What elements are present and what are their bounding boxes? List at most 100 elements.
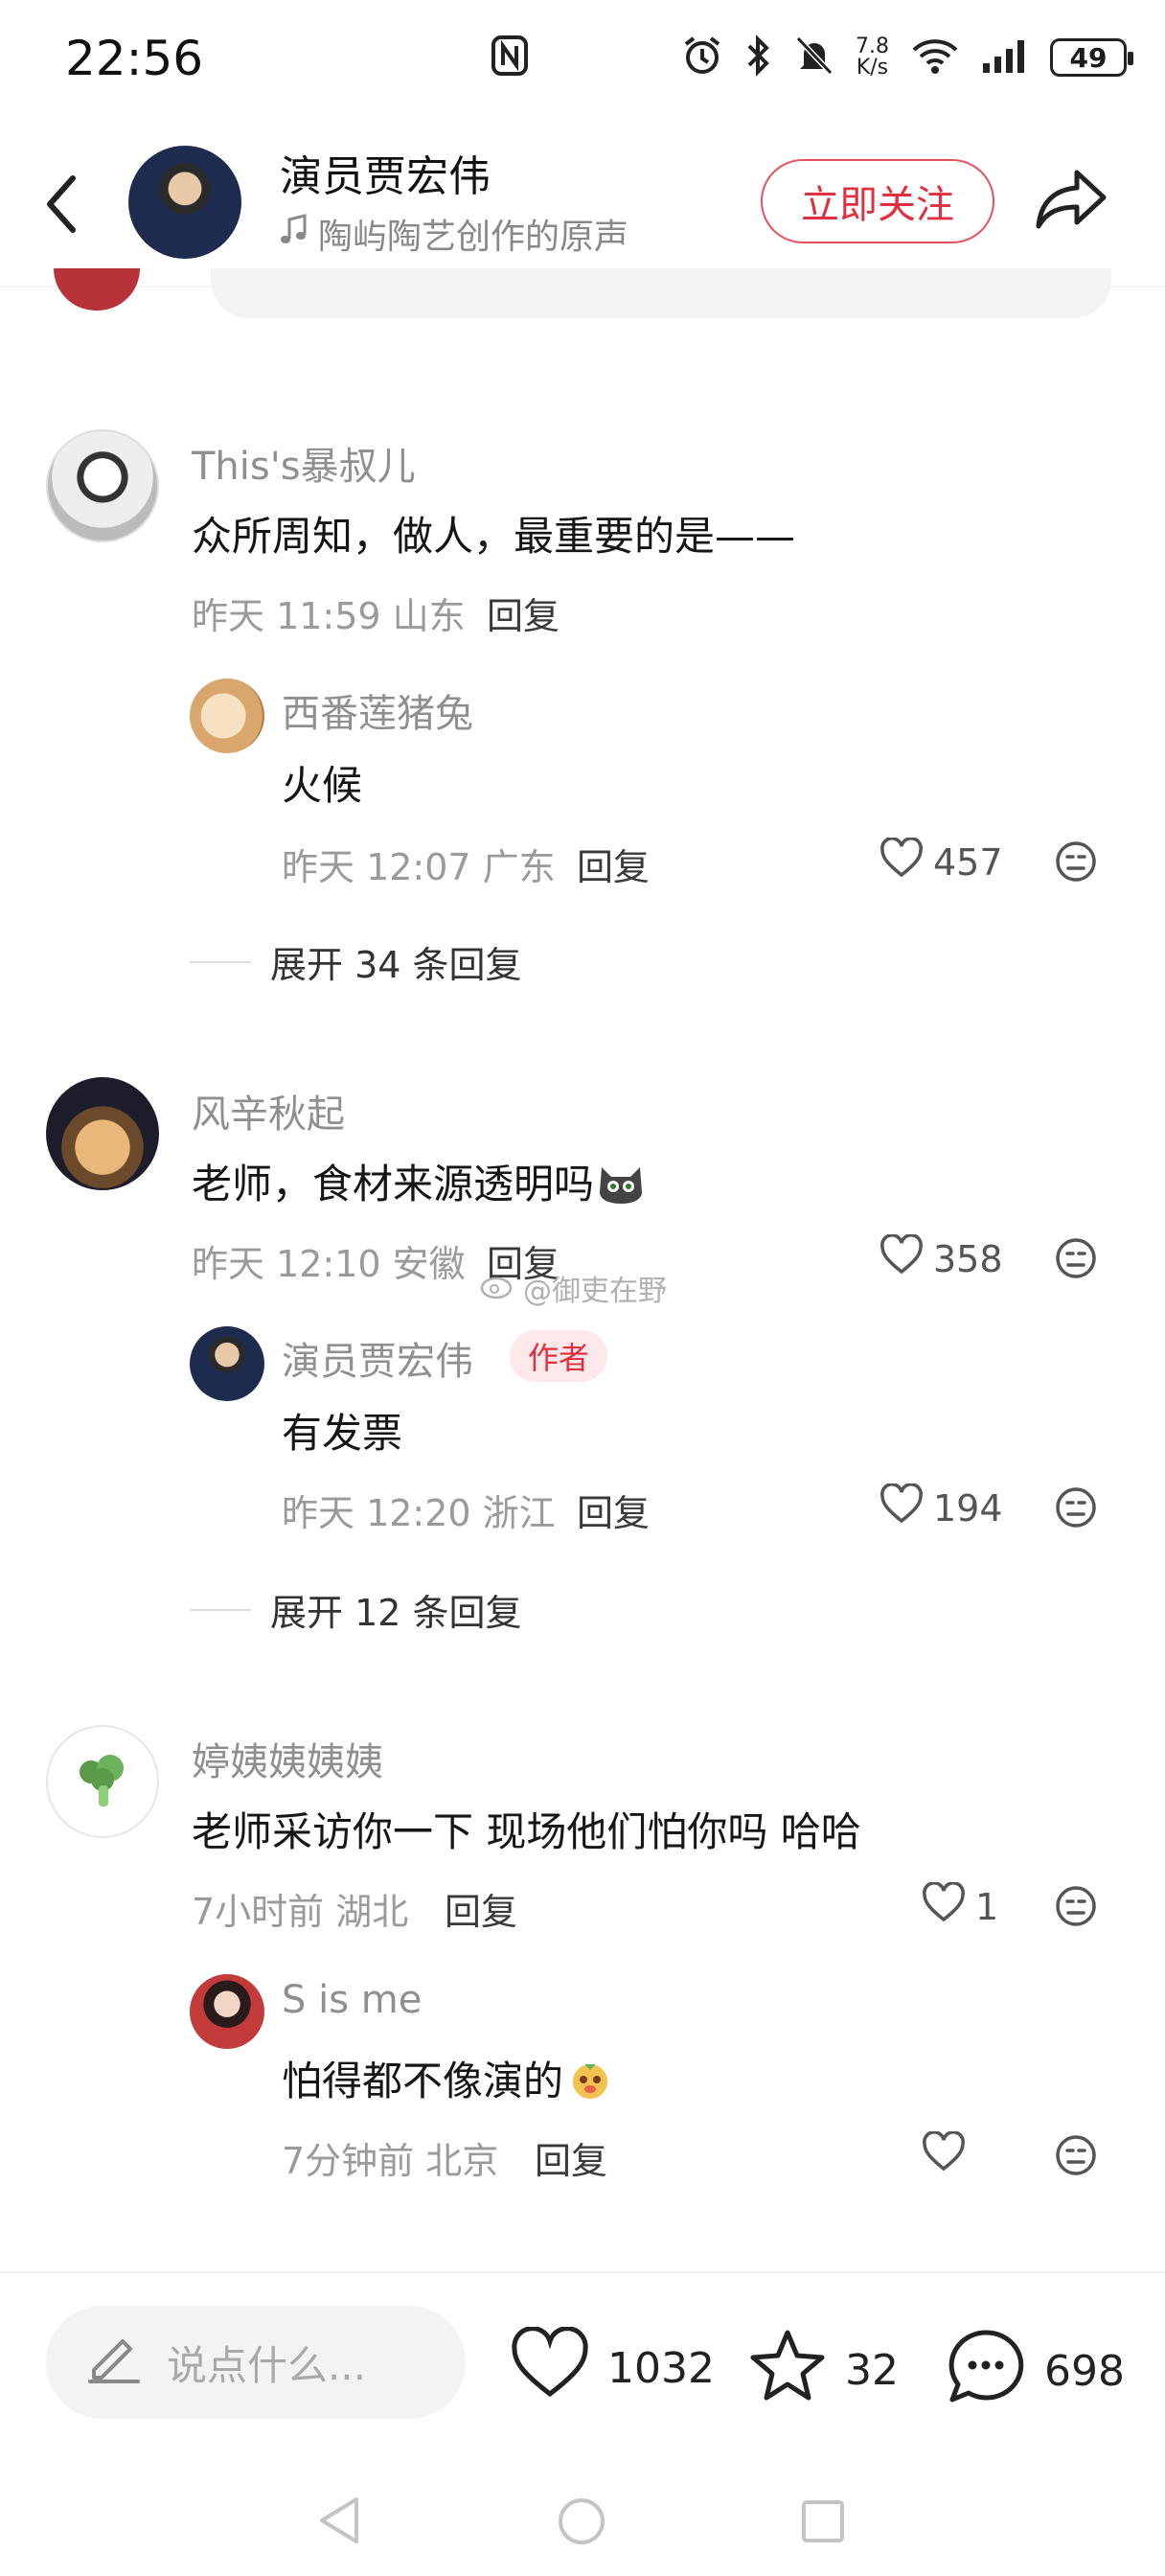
star-icon	[747, 2327, 828, 2414]
follow-button[interactable]: 立即关注	[761, 159, 994, 243]
reply-meta: 7分钟前 北京	[282, 2140, 499, 2182]
wifi-icon	[910, 36, 960, 79]
battery-indicator: 49	[1050, 38, 1133, 77]
emoji-icon[interactable]	[1054, 1236, 1098, 1284]
comments-button[interactable]: 698	[945, 2327, 1125, 2416]
like-button[interactable]: 194	[879, 1483, 1003, 1532]
avatar[interactable]	[46, 429, 159, 542]
avatar[interactable]	[46, 1725, 159, 1838]
like-count: 1	[975, 1885, 999, 1928]
author-avatar[interactable]	[128, 146, 241, 259]
mute-icon	[794, 34, 834, 80]
video-header: 演员贾宏伟 陶屿陶艺创作的原声 立即关注	[0, 134, 1165, 288]
status-bar: 22:56 7.8 K/s 49	[0, 0, 1165, 115]
music-source-label: 陶屿陶艺创作的原声	[318, 218, 629, 257]
avatar[interactable]	[46, 1077, 159, 1190]
comment-icon	[945, 2327, 1027, 2416]
comment-input[interactable]: 说点什么...	[46, 2306, 466, 2419]
alarm-icon	[681, 34, 723, 80]
comment-input-placeholder: 说点什么...	[167, 2341, 367, 2389]
bottom-action-bar: 说点什么... 1032 32 698	[0, 2271, 1165, 2576]
favorite-button[interactable]: 32	[747, 2327, 899, 2414]
avatar[interactable]	[190, 678, 264, 753]
reply-button[interactable]: 回复	[535, 2131, 607, 2184]
music-source[interactable]: 陶屿陶艺创作的原声	[280, 209, 628, 259]
author-badge: 作者	[510, 1330, 607, 1382]
emoji-icon[interactable]	[1054, 2133, 1098, 2181]
like-button[interactable]: 457	[879, 837, 1003, 886]
heart-icon	[879, 1483, 924, 1532]
like-count: 358	[933, 1237, 1003, 1280]
emoji-icon[interactable]	[1054, 1884, 1098, 1932]
comment-text-content: 老师，食材来源透明吗	[192, 1161, 595, 1208]
heart-icon	[922, 1881, 966, 1931]
like-count: 457	[933, 840, 1003, 884]
expand-replies[interactable]: 展开 12 条回复	[190, 1583, 522, 1636]
reply-text: 火候	[282, 762, 363, 809]
sticker-emoji-icon	[567, 2057, 613, 2112]
nav-home-icon[interactable]	[556, 2496, 607, 2551]
like-count: 194	[933, 1486, 1003, 1530]
music-note-icon	[280, 213, 308, 255]
heart-icon	[922, 2130, 966, 2180]
emoji-icon[interactable]	[1054, 1485, 1098, 1533]
reply-meta: 昨天 12:20 浙江	[282, 1492, 556, 1534]
signal-icon	[981, 36, 1029, 79]
expand-line	[190, 1608, 251, 1611]
reply-username[interactable]: 西番莲猪兔	[282, 682, 473, 738]
like-button[interactable]	[922, 2130, 975, 2180]
expand-replies[interactable]: 展开 34 条回复	[190, 935, 522, 988]
status-time: 22:56	[65, 31, 204, 86]
share-icon[interactable]	[1035, 167, 1108, 238]
comment-meta: 7小时前 湖北	[192, 1891, 409, 1933]
bluetooth-icon	[744, 34, 773, 80]
reply-button[interactable]: 回复	[445, 1882, 517, 1935]
nfc-icon	[491, 34, 529, 80]
nav-recents-icon[interactable]	[799, 2497, 847, 2549]
reply-button[interactable]: 回复	[577, 1484, 650, 1536]
heart-icon	[879, 837, 924, 886]
reply-text-content: 怕得都不像演的	[282, 2058, 564, 2104]
previous-comment-peek	[211, 268, 1111, 318]
speed-unit: K/s	[856, 56, 889, 80]
reply-text: 有发票	[282, 1410, 403, 1457]
comment-username[interactable]: 风辛秋起	[192, 1083, 345, 1138]
status-icons: 7.8 K/s 49	[681, 34, 1133, 80]
reply-button[interactable]: 回复	[487, 586, 560, 639]
emoji-icon[interactable]	[1054, 840, 1098, 887]
watermark: @御吏在野	[479, 1267, 667, 1309]
heart-icon	[510, 2326, 590, 2410]
comment-text: 众所周知，做人，最重要的是——	[192, 513, 796, 560]
reply-button[interactable]: 回复	[577, 838, 650, 890]
heart-icon	[879, 1233, 924, 1283]
author-name[interactable]: 演员贾宏伟	[280, 142, 491, 203]
nav-back-icon[interactable]	[316, 2494, 364, 2551]
reply-username[interactable]: 演员贾宏伟	[282, 1330, 473, 1386]
back-icon[interactable]	[42, 171, 80, 242]
like-button[interactable]: 1	[922, 1881, 999, 1931]
like-button[interactable]: 358	[879, 1233, 1003, 1283]
like-total: 1032	[607, 2344, 715, 2393]
reply-username[interactable]: S is me	[282, 1978, 422, 2022]
avatar[interactable]	[190, 1326, 264, 1401]
expand-label: 展开 34 条回复	[270, 944, 522, 986]
comment-meta: 昨天 11:59 山东	[192, 595, 466, 637]
watermark-text: @御吏在野	[523, 1275, 667, 1308]
expand-label: 展开 12 条回复	[270, 1592, 522, 1634]
comment-total: 698	[1044, 2347, 1125, 2396]
pencil-icon	[84, 2328, 144, 2397]
comment-meta: 昨天 12:10 安徽	[192, 1243, 466, 1285]
comment-username[interactable]: 婷姨姨姨姨	[192, 1731, 383, 1786]
comment-username[interactable]: This's暴叔儿	[192, 435, 416, 491]
reply-text: 怕得都不像演的	[282, 2049, 613, 2112]
broccoli-icon	[72, 1749, 133, 1814]
avatar	[54, 268, 140, 310]
cat-emoji-icon	[596, 1160, 646, 1215]
like-video-button[interactable]: 1032	[510, 2326, 715, 2410]
comment-text: 老师，食材来源透明吗	[192, 1152, 646, 1215]
network-speed: 7.8 K/s	[856, 36, 889, 79]
avatar[interactable]	[190, 1974, 264, 2049]
system-nav-bar	[0, 2490, 1165, 2557]
reply-meta: 昨天 12:07 广东	[282, 846, 556, 888]
weibo-logo-icon	[479, 1269, 517, 1307]
